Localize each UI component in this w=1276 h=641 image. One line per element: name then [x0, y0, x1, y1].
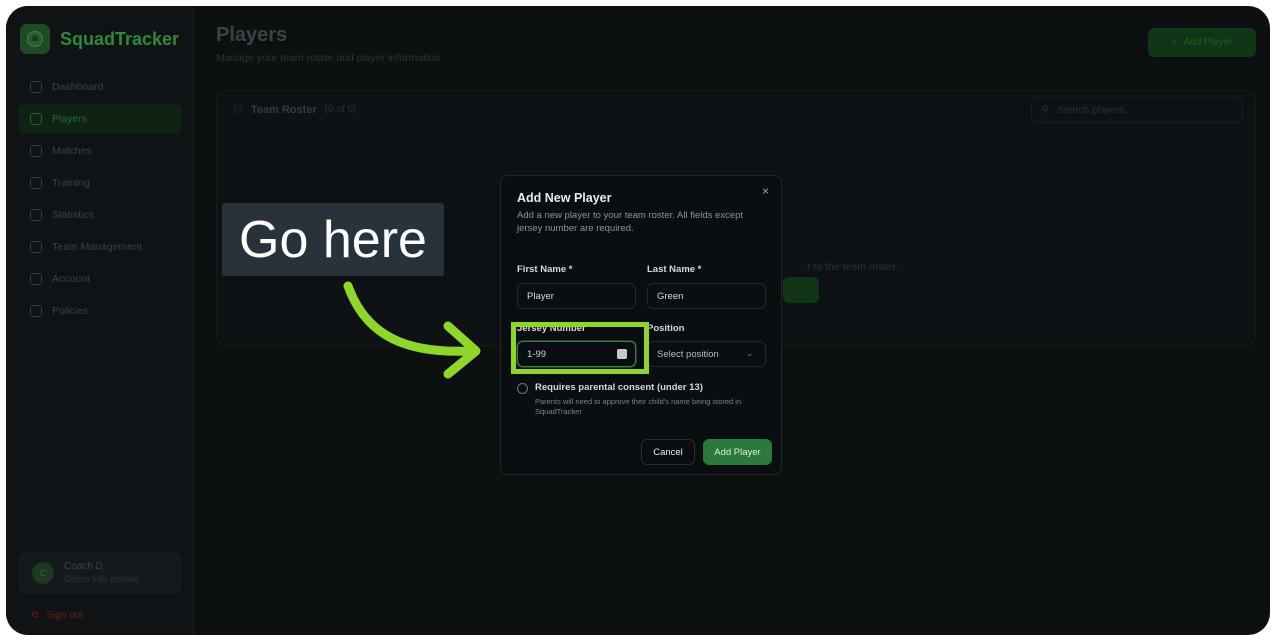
annotation-arrow-icon: [343, 281, 481, 379]
app-window: SquadTracker Dashboard Players Matches T…: [6, 6, 1270, 635]
training-icon: [30, 177, 42, 189]
cancel-button[interactable]: Cancel: [641, 439, 695, 465]
last-name-value: Green: [657, 290, 684, 302]
avatar: C: [32, 562, 54, 584]
sidebar-item-matches[interactable]: Matches: [18, 136, 182, 166]
chevron-down-icon: ⌄: [746, 349, 753, 358]
sidebar-item-dashboard[interactable]: Dashboard: [18, 72, 182, 102]
first-name-field[interactable]: Player: [517, 283, 636, 309]
sidebar-item-label: Players: [52, 113, 88, 125]
signout-label: Sign out: [46, 610, 84, 621]
chart-icon: [30, 209, 42, 221]
user-name: Coach D.: [64, 561, 106, 572]
annotation-callout: Go here: [222, 203, 444, 276]
parental-consent-checkbox[interactable]: [517, 383, 528, 394]
sidebar-nav: Dashboard Players Matches Training Stati…: [18, 72, 182, 328]
home-icon: [30, 81, 42, 93]
signout-button[interactable]: ⟲ Sign out: [30, 610, 83, 621]
sidebar-item-label: Matches: [52, 145, 92, 157]
sidebar-item-players[interactable]: Players: [18, 104, 182, 134]
position-placeholder: Select position: [657, 348, 719, 360]
roster-count: (0 of 0): [324, 104, 357, 115]
users-icon: [30, 113, 42, 125]
sidebar-item-statistics[interactable]: Statistics: [18, 200, 182, 230]
trophy-icon: [30, 145, 42, 157]
parental-consent-label: Requires parental consent (under 13): [535, 382, 703, 393]
sidebar-item-label: Dashboard: [52, 81, 104, 93]
empty-state-add-button[interactable]: [783, 277, 819, 303]
page-title: Players: [216, 24, 288, 46]
add-player-button[interactable]: + Add Player: [1148, 28, 1256, 57]
sidebar: SquadTracker Dashboard Players Matches T…: [6, 6, 194, 635]
sidebar-item-label: Training: [52, 177, 90, 189]
soccer-ball-icon: [20, 24, 50, 54]
user-icon: [30, 273, 42, 285]
users-icon: ⚇: [233, 104, 243, 116]
last-name-field[interactable]: Green: [647, 283, 766, 309]
sidebar-item-label: Team Management: [52, 241, 142, 253]
user-subtitle: Demo info posted: [64, 574, 139, 585]
user-card[interactable]: C Coach D. Demo info posted: [18, 552, 182, 594]
annotation-highlight-box: [511, 322, 649, 374]
add-player-label: Add Player: [1183, 37, 1233, 48]
brand[interactable]: SquadTracker: [20, 24, 179, 54]
last-name-label: Last Name *: [647, 264, 702, 275]
sidebar-item-label: Account: [52, 273, 90, 285]
sidebar-item-account[interactable]: Account: [18, 264, 182, 294]
search-input[interactable]: ⚲ Search players...: [1031, 97, 1243, 123]
roster-header: ⚇ Team Roster (0 of 0): [233, 103, 357, 117]
search-placeholder: Search players...: [1057, 104, 1133, 116]
first-name-value: Player: [527, 290, 554, 302]
sidebar-item-training[interactable]: Training: [18, 168, 182, 198]
dialog-description: Add a new player to your team roster. Al…: [517, 210, 744, 234]
brand-name: SquadTracker: [60, 28, 180, 49]
roster-title: Team Roster: [250, 103, 317, 116]
search-icon: ⚲: [1042, 104, 1050, 116]
document-icon: [30, 305, 42, 317]
first-name-label: First Name *: [517, 264, 573, 275]
sidebar-item-label: Statistics: [52, 209, 95, 221]
page-subtitle: Manage your team roster and player infor…: [216, 52, 441, 64]
logout-icon: ⟲: [30, 610, 39, 621]
position-label: Position: [647, 323, 685, 334]
team-icon: [30, 241, 42, 253]
sidebar-item-label: Policies: [52, 305, 89, 317]
close-icon[interactable]: ×: [762, 184, 769, 198]
position-select[interactable]: Select position ⌄: [647, 341, 766, 367]
parental-consent-description: Parents will need to approve their child…: [535, 397, 742, 416]
plus-icon: +: [1171, 37, 1178, 48]
sidebar-item-policies[interactable]: Policies: [18, 296, 182, 326]
empty-state-text: r to the team roster.: [807, 261, 899, 273]
submit-add-player-button[interactable]: Add Player: [703, 439, 772, 465]
sidebar-item-team-management[interactable]: Team Management: [18, 232, 182, 262]
dialog-title: Add New Player: [517, 191, 612, 205]
